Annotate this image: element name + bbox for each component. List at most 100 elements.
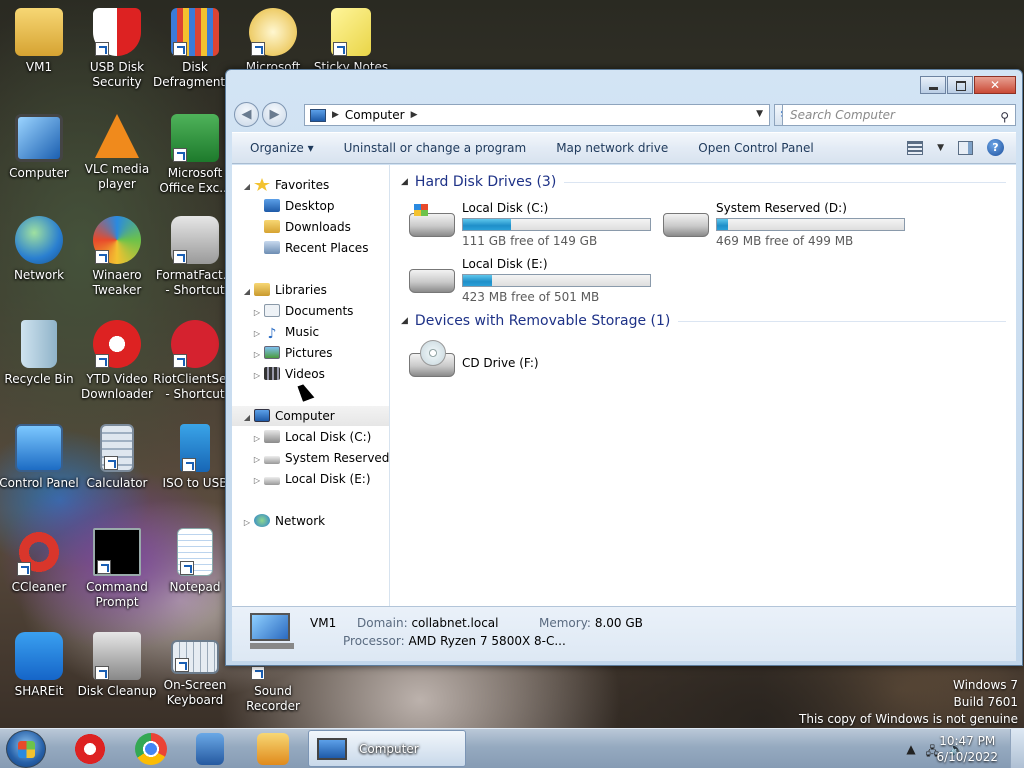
drive-icon: [264, 456, 280, 464]
nav-system-reserved-d[interactable]: ▷System Reserved (D:: [252, 448, 389, 470]
drive-local-disk-c[interactable]: Local Disk (C:) 111 GB free of 149 GB: [409, 201, 654, 251]
collapsed-arrow-icon[interactable]: ▷: [252, 345, 262, 365]
expanded-arrow-icon[interactable]: ◢: [401, 316, 408, 326]
computer-icon: [317, 737, 347, 760]
desktop-icon-winaero[interactable]: Winaero Tweaker: [75, 216, 159, 298]
desktop-icon-microsoft[interactable]: Microsoft: [231, 8, 315, 75]
pictures-icon: [264, 346, 280, 359]
breadcrumb-arrow-icon[interactable]: ▶: [411, 110, 418, 120]
drive-local-disk-e[interactable]: Local Disk (E:) 423 MB free of 501 MB: [409, 257, 654, 307]
library-taskbar-icon[interactable]: [196, 733, 224, 765]
ytd-taskbar-icon[interactable]: [74, 733, 106, 765]
collapsed-arrow-icon[interactable]: ▷: [252, 303, 262, 323]
drive-cd-f[interactable]: CD Drive (F:): [409, 340, 654, 391]
collapsed-arrow-icon[interactable]: ▷: [252, 471, 262, 491]
expanded-arrow-icon[interactable]: ◢: [401, 177, 408, 187]
view-options-chevron-icon[interactable]: ▼: [937, 143, 944, 153]
forward-button[interactable]: ▶: [262, 102, 287, 127]
nav-music[interactable]: ▷ ♪ Music: [252, 322, 319, 342]
processor-value: AMD Ryzen 7 5800X 8-C...: [408, 634, 566, 648]
expanded-arrow-icon[interactable]: ◢: [242, 408, 252, 428]
uninstall-program-button[interactable]: Uninstall or change a program: [329, 141, 542, 155]
nav-favorites[interactable]: ◢ Favorites: [242, 175, 329, 195]
downloads-folder-icon: [264, 220, 280, 233]
desktop-icon-network[interactable]: Network: [0, 216, 81, 283]
desktop-icon-disk-cleanup[interactable]: Disk Cleanup: [75, 632, 159, 699]
maximize-button[interactable]: [947, 76, 973, 94]
nav-recent-places[interactable]: Recent Places: [252, 238, 368, 258]
control-panel-icon: [15, 424, 63, 472]
desktop-icon-usb-disk-security[interactable]: USB Disk Security: [75, 8, 159, 90]
drive-usage-bar: [462, 218, 651, 231]
expanded-arrow-icon[interactable]: ◢: [242, 282, 252, 302]
breadcrumb-computer[interactable]: Computer: [345, 108, 405, 122]
content-pane: ◢ Hard Disk Drives (3) Local Disk (C:) 1…: [391, 165, 1016, 606]
computer-name: VM1: [310, 616, 337, 630]
desktop-icon-calculator[interactable]: Calculator: [75, 424, 159, 491]
desktop-icon-vm1[interactable]: VM1: [0, 8, 81, 75]
calculator-icon: [100, 424, 134, 472]
search-input[interactable]: Search Computer ⚲: [782, 104, 1016, 126]
change-view-icon[interactable]: [907, 140, 924, 155]
breadcrumb-arrow-icon[interactable]: ▶: [332, 110, 339, 120]
notepad-icon: [177, 528, 213, 576]
desktop-icon-computer[interactable]: Computer: [0, 114, 81, 181]
address-bar[interactable]: ▶ Computer ▶ ▼: [304, 104, 770, 126]
clock[interactable]: 10:47 PM 6/10/2022: [936, 733, 998, 765]
collapsed-arrow-icon[interactable]: ▷: [252, 366, 262, 386]
start-button[interactable]: [6, 730, 46, 768]
user-folder-icon: [15, 8, 63, 56]
open-control-panel-button[interactable]: Open Control Panel: [683, 141, 828, 155]
group-hard-disk-drives[interactable]: ◢ Hard Disk Drives (3): [401, 172, 1006, 192]
sticky-note-icon: [331, 8, 371, 56]
taskbar-button-computer[interactable]: Computer: [308, 730, 466, 767]
collapsed-arrow-icon[interactable]: ▷: [242, 513, 252, 533]
map-network-drive-button[interactable]: Map network drive: [541, 141, 683, 155]
chevron-down-icon[interactable]: ▼: [756, 109, 763, 119]
cd-drive-icon: [409, 340, 455, 377]
drive-system-reserved-d[interactable]: System Reserved (D:) 469 MB free of 499 …: [663, 201, 908, 251]
nav-desktop[interactable]: Desktop: [252, 196, 335, 216]
nav-libraries[interactable]: ◢ Libraries: [242, 280, 327, 300]
drive-icon: [409, 269, 455, 293]
collapsed-arrow-icon[interactable]: ▷: [252, 429, 262, 449]
desktop-icon-sticky-notes[interactable]: Sticky Notes: [309, 8, 393, 75]
clock-icon: [249, 8, 297, 56]
expanded-arrow-icon[interactable]: ◢: [242, 177, 252, 197]
explorer-window: ◀ ▶ ▶ Computer ▶ ▼ ⇆ Search Computer ⚲ O…: [225, 69, 1023, 666]
desktop-icon-recycle-bin[interactable]: Recycle Bin: [0, 320, 81, 387]
nav-downloads[interactable]: Downloads: [252, 217, 351, 237]
music-note-icon: ♪: [267, 326, 277, 342]
back-button[interactable]: ◀: [234, 102, 259, 127]
close-button[interactable]: [974, 76, 1016, 94]
help-icon[interactable]: ?: [987, 139, 1004, 156]
show-desktop-button[interactable]: [1010, 729, 1024, 768]
collapsed-arrow-icon[interactable]: ▷: [252, 450, 262, 470]
nav-network[interactable]: ▷ Network: [242, 511, 325, 531]
group-removable-storage[interactable]: ◢ Devices with Removable Storage (1): [401, 311, 1006, 331]
chrome-icon[interactable]: [135, 733, 167, 765]
desktop-icon-vlc[interactable]: VLC media player: [75, 114, 159, 192]
media-player-icon[interactable]: [257, 733, 289, 765]
nav-local-disk-e[interactable]: ▷ Local Disk (E:): [252, 469, 371, 489]
windows-logo-icon: [18, 741, 35, 758]
preview-pane-icon[interactable]: [958, 140, 973, 155]
desktop-icon-control-panel[interactable]: Control Panel: [0, 424, 81, 491]
organize-button[interactable]: Organize ▾: [232, 141, 329, 155]
nav-documents[interactable]: ▷ Documents: [252, 301, 353, 321]
riot-fist-icon: [171, 320, 219, 368]
collapsed-arrow-icon[interactable]: ▷: [252, 324, 262, 344]
desktop-icon-command-prompt[interactable]: Command Prompt: [75, 528, 159, 610]
search-icon[interactable]: ⚲: [1000, 107, 1009, 127]
desktop-icon-shareit[interactable]: SHAREit: [0, 632, 81, 699]
desktop-icon-ccleaner[interactable]: CCleaner: [0, 528, 81, 595]
minimize-button[interactable]: [920, 76, 946, 94]
desktop-icon-ytd[interactable]: YTD Video Downloader: [75, 320, 159, 402]
drive-icon: [663, 213, 709, 237]
nav-computer[interactable]: ◢ Computer: [232, 406, 389, 428]
ytd-download-icon: [93, 320, 141, 368]
show-hidden-icons-icon[interactable]: ▲: [906, 742, 915, 763]
nav-videos[interactable]: ▷ Videos: [252, 364, 325, 384]
nav-pictures[interactable]: ▷ Pictures: [252, 343, 333, 363]
nav-local-disk-c[interactable]: ▷ Local Disk (C:): [252, 427, 371, 447]
